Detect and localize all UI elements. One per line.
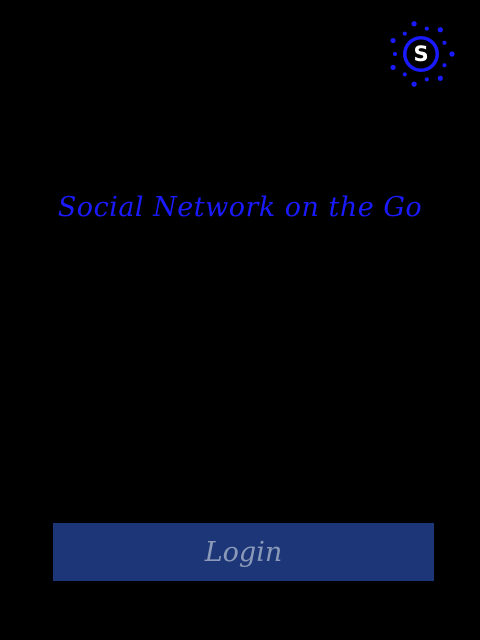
- logo-dot: [437, 75, 443, 81]
- logo-dot: [411, 81, 417, 87]
- app-logo-icon: S: [385, 18, 457, 90]
- logo-dot: [402, 31, 407, 36]
- login-button-label: Login: [204, 536, 283, 568]
- logo-dot: [390, 64, 396, 71]
- logo-dot: [449, 51, 455, 57]
- sparkle-s-logo-icon: S: [390, 21, 455, 87]
- logo-dot: [393, 52, 397, 56]
- app-tagline: Social Network on the Go: [57, 192, 423, 223]
- logo-dot: [424, 26, 429, 31]
- logo-dot: [411, 21, 417, 27]
- logo-dot: [390, 37, 396, 44]
- logo-dot: [437, 27, 443, 33]
- logo-dot: [402, 72, 407, 77]
- logo-dot: [424, 77, 429, 82]
- logo-dot: [442, 40, 447, 45]
- login-button[interactable]: Login: [53, 523, 434, 581]
- logo-dot: [442, 63, 447, 68]
- logo-letter: S: [413, 42, 428, 66]
